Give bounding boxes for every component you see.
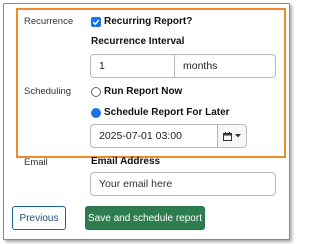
save-schedule-button[interactable]: Save and schedule report (85, 206, 205, 230)
run-now-label: Run Report Now (104, 86, 183, 97)
recurring-report-checkbox[interactable] (91, 17, 101, 27)
email-label: Email (24, 157, 48, 168)
email-address-label: Email Address (91, 156, 161, 167)
schedule-datetime-input[interactable] (90, 124, 218, 148)
recurrence-unit-input[interactable] (175, 54, 276, 78)
recurring-report-label: Recurring Report? (104, 16, 193, 27)
caret-down-icon (235, 134, 241, 138)
calendar-dropdown-button[interactable] (217, 124, 247, 148)
email-input[interactable] (90, 172, 276, 196)
scheduling-label: Scheduling (24, 86, 72, 97)
recurrence-interval-input[interactable] (90, 54, 175, 78)
check-icon (92, 19, 100, 26)
calendar-icon (223, 131, 232, 141)
recurrence-label: Recurrence (24, 16, 74, 27)
schedule-later-label: Schedule Report For Later (104, 107, 230, 118)
schedule-later-radio[interactable] (91, 108, 101, 118)
previous-button[interactable]: Previous (12, 206, 66, 230)
run-now-radio[interactable] (91, 87, 101, 97)
report-schedule-panel: Recurrence Recurring Report? Recurrence … (3, 3, 290, 240)
recurrence-interval-label: Recurrence Interval (91, 36, 185, 47)
